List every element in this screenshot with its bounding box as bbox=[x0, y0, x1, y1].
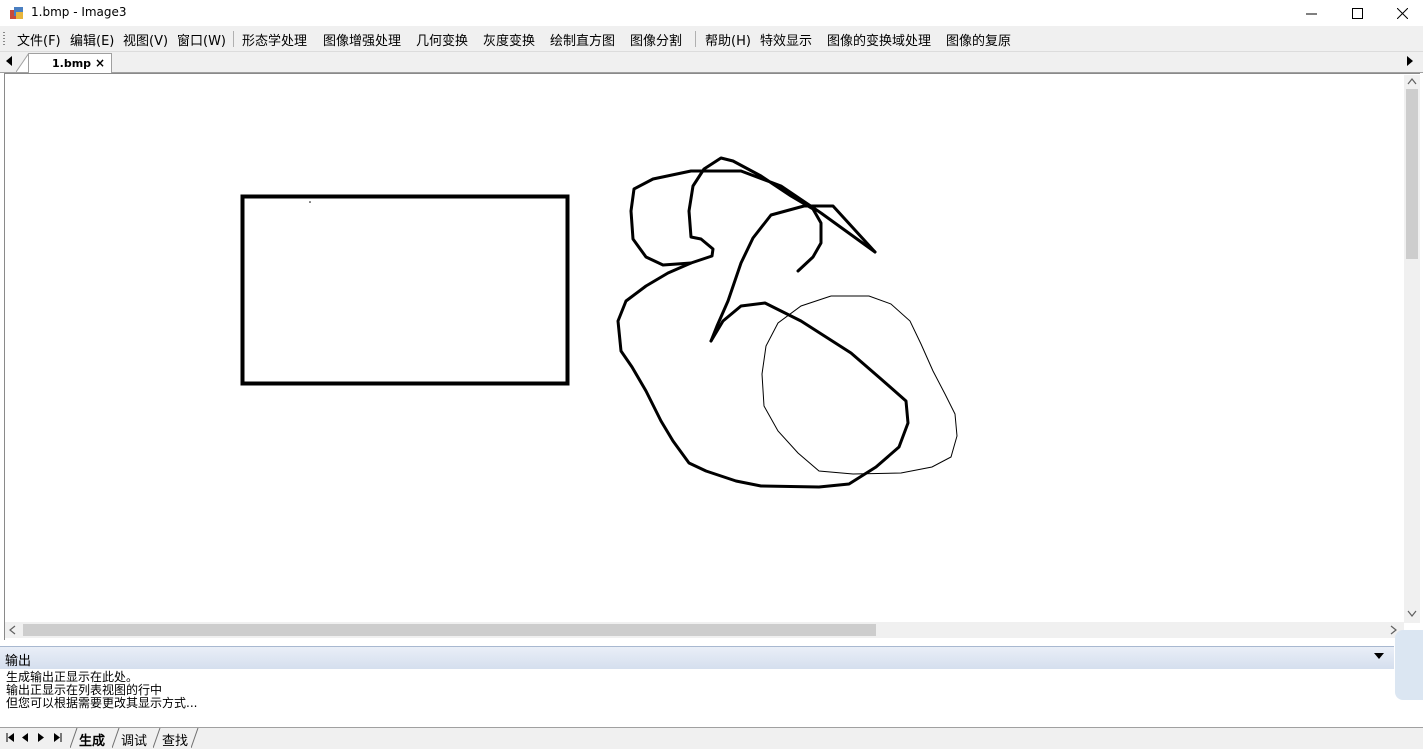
menu-view[interactable]: 视图(V) bbox=[123, 30, 168, 49]
menu-file[interactable]: 文件(F) bbox=[17, 30, 61, 49]
close-button[interactable] bbox=[1379, 0, 1423, 26]
output-title: 输出 bbox=[5, 654, 32, 669]
drawn-rectangle bbox=[240, 194, 570, 386]
lower-loop-stroke bbox=[616, 261, 910, 489]
output-tabs: 生成 调试 查找 bbox=[0, 727, 1423, 749]
tab-edge bbox=[70, 728, 78, 748]
menu-geometric[interactable]: 几何变换 bbox=[416, 30, 468, 49]
menu-effects[interactable]: 特效显示 bbox=[760, 30, 812, 49]
menu-segmentation[interactable]: 图像分割 bbox=[630, 30, 682, 49]
menu-edit[interactable]: 编辑(E) bbox=[70, 30, 114, 49]
tab-close-icon[interactable]: × bbox=[95, 56, 105, 70]
document-tab-strip: 1.bmp × bbox=[0, 52, 1423, 73]
tab-build[interactable]: 生成 bbox=[79, 730, 105, 749]
vertical-scrollbar[interactable] bbox=[1404, 75, 1420, 623]
tab-scroll-left-icon[interactable] bbox=[6, 56, 12, 66]
menu-separator bbox=[233, 31, 234, 47]
app-icon bbox=[10, 7, 23, 19]
image-canvas[interactable] bbox=[4, 73, 1420, 640]
tab-scroll-right-icon[interactable] bbox=[1407, 56, 1413, 66]
menu-gray[interactable]: 灰度变换 bbox=[483, 30, 535, 49]
minimize-button[interactable] bbox=[1288, 0, 1334, 26]
tab-edge bbox=[112, 728, 120, 748]
minimize-icon bbox=[1305, 13, 1317, 14]
first-tab-icon[interactable] bbox=[6, 733, 14, 742]
output-panel-header: 输出 bbox=[0, 646, 1394, 670]
close-icon bbox=[1396, 7, 1408, 19]
menu-separator bbox=[695, 31, 696, 47]
menu-histogram[interactable]: 绘制直方图 bbox=[550, 30, 615, 49]
tab-edge bbox=[191, 728, 199, 748]
scroll-up-icon[interactable] bbox=[1407, 78, 1417, 85]
maximize-button[interactable] bbox=[1334, 0, 1380, 26]
menu-morphology[interactable]: 形态学处理 bbox=[242, 30, 307, 49]
side-widget[interactable] bbox=[1395, 630, 1423, 700]
stray-dot bbox=[309, 201, 311, 203]
upper-loop-stroke bbox=[629, 156, 877, 273]
menu-transform-domain[interactable]: 图像的变换域处理 bbox=[827, 30, 931, 49]
tab-edge bbox=[153, 728, 161, 748]
tab-debug[interactable]: 调试 bbox=[121, 730, 147, 749]
menu-window[interactable]: 窗口(W) bbox=[177, 30, 226, 49]
prev-tab-icon[interactable] bbox=[22, 733, 28, 742]
window-title: 1.bmp - Image3 bbox=[31, 5, 127, 19]
output-line: 但您可以根据需要更改其显示方式... bbox=[6, 696, 198, 710]
scroll-left-icon[interactable] bbox=[9, 625, 16, 635]
next-tab-icon[interactable] bbox=[38, 733, 44, 742]
tab-find[interactable]: 查找 bbox=[162, 730, 188, 749]
last-tab-icon[interactable] bbox=[54, 733, 62, 742]
horizontal-scroll-thumb[interactable] bbox=[23, 624, 876, 636]
maximize-icon bbox=[1351, 7, 1363, 19]
chevron-down-icon[interactable] bbox=[1374, 653, 1384, 660]
bitmap-drawing bbox=[240, 156, 958, 489]
thin-ellipse-stroke bbox=[761, 295, 958, 475]
vertical-scroll-thumb[interactable] bbox=[1406, 89, 1418, 259]
tab-1-bmp[interactable]: 1.bmp × bbox=[28, 53, 112, 73]
menu-restoration[interactable]: 图像的复原 bbox=[946, 30, 1011, 49]
toolbar-grip[interactable] bbox=[3, 32, 5, 46]
scroll-down-icon[interactable] bbox=[1407, 610, 1417, 617]
swirl-stroke bbox=[709, 204, 877, 343]
menu-bar: 文件(F) 编辑(E) 视图(V) 窗口(W) 形态学处理 图像增强处理 几何变… bbox=[0, 26, 1423, 52]
menu-help[interactable]: 帮助(H) bbox=[705, 30, 751, 49]
menu-enhance[interactable]: 图像增强处理 bbox=[323, 30, 401, 49]
output-panel-body: 生成输出正显示在此处。 输出正显示在列表视图的行中 但您可以根据需要更改其显示方… bbox=[0, 669, 1394, 727]
title-bar: 1.bmp - Image3 bbox=[0, 0, 1423, 26]
tab-label: 1.bmp bbox=[52, 57, 92, 70]
horizontal-scrollbar[interactable] bbox=[5, 622, 1404, 638]
